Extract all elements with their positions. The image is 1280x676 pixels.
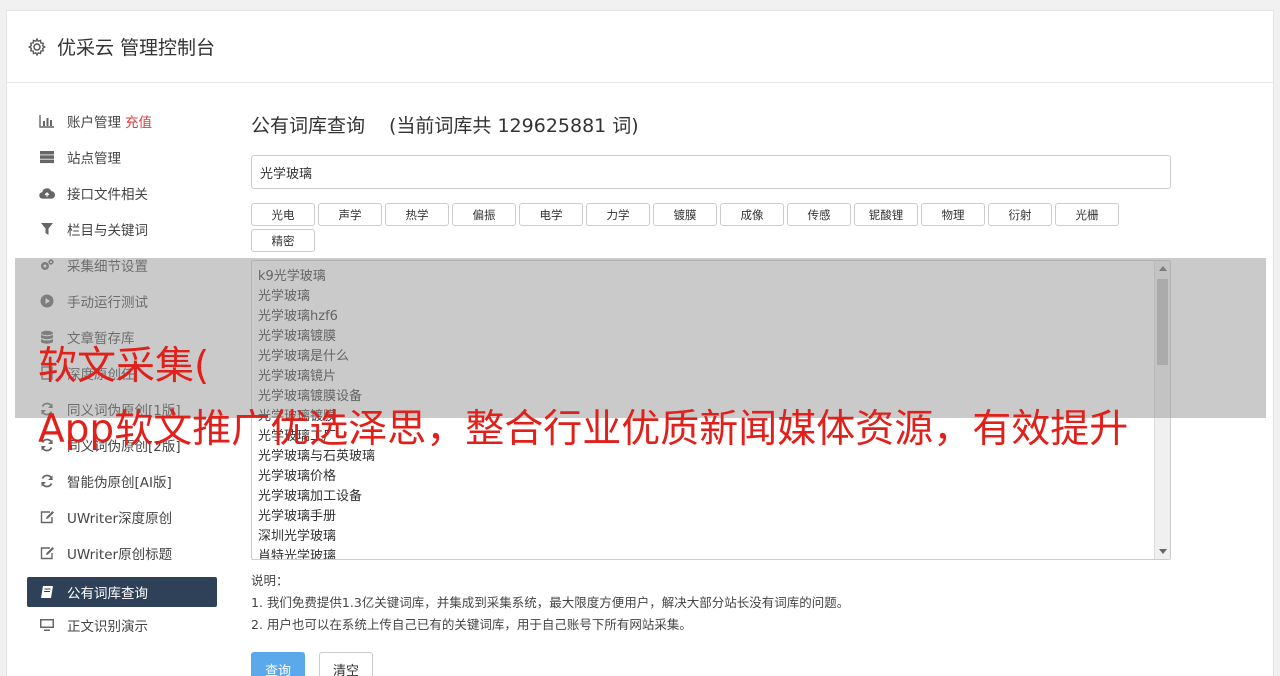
tag-button[interactable]: 传感 <box>787 203 851 226</box>
gear-icon <box>27 37 47 57</box>
tag-button[interactable]: 光电 <box>251 203 315 226</box>
tag-button[interactable]: 物理 <box>921 203 985 226</box>
list-item: 肖特光学玻璃 <box>258 549 337 560</box>
tag-button[interactable]: 精密 <box>251 229 315 252</box>
tag-button[interactable]: 铌酸锂 <box>854 203 918 226</box>
tag-button[interactable]: 衍射 <box>988 203 1052 226</box>
sidebar-item-label: 公有词库查询 <box>67 586 148 602</box>
sidebar-item-sites[interactable]: 站点管理 <box>27 139 217 175</box>
sidebar-item-account[interactable]: 账户管理 充值 <box>27 103 217 139</box>
tag-button[interactable]: 热学 <box>385 203 449 226</box>
scroll-down-icon[interactable] <box>1159 549 1167 554</box>
sidebar-item-label: 智能伪原创[AI版] <box>67 475 172 491</box>
edit-icon <box>39 509 55 525</box>
tag-button[interactable]: 力学 <box>586 203 650 226</box>
note-line: 1. 我们免费提供1.3亿关键词库，并集成到采集系统，最大限度方便用户，解决大部… <box>251 595 850 610</box>
ad-overlay-text-line2: App软文推广优选泽思，整合行业优质新闻媒体资源，有效提升 <box>38 407 1129 452</box>
book-icon <box>39 584 55 600</box>
list-item: 光学玻璃价格 <box>258 469 337 484</box>
header: 优采云 管理控制台 <box>7 11 1273 83</box>
keyword-search-input[interactable] <box>251 155 1171 189</box>
server-icon <box>39 149 55 165</box>
list-item: 光学玻璃加工设备 <box>258 489 363 504</box>
sidebar-item-ai-rewrite[interactable]: 智能伪原创[AI版] <box>27 463 217 499</box>
sidebar-item-label: 账户管理 <box>67 115 121 131</box>
monitor-icon <box>39 617 55 633</box>
notes-section: 说明： 1. 我们免费提供1.3亿关键词库，并集成到采集系统，最大限度方便用户，… <box>251 570 1171 636</box>
page-title: 公有词库查询 (当前词库共 129625881 词) <box>251 111 1171 141</box>
lexicon-count: (当前词库共 129625881 词) <box>389 115 639 137</box>
sidebar-item-label: 正文识别演示 <box>67 619 148 635</box>
list-item: 深圳光学玻璃 <box>258 529 337 544</box>
page-title-text: 公有词库查询 <box>251 115 366 137</box>
sidebar-item-uwriter-title[interactable]: UWriter原创标题 <box>27 535 217 571</box>
app-title: 优采云 管理控制台 <box>57 37 216 59</box>
tag-button[interactable]: 光栅 <box>1055 203 1119 226</box>
sidebar-item-interface-files[interactable]: 接口文件相关 <box>27 175 217 211</box>
bar-chart-icon <box>39 113 55 129</box>
tag-button[interactable]: 镀膜 <box>653 203 717 226</box>
sidebar-item-label: 站点管理 <box>67 151 121 167</box>
sidebar-item-label: 栏目与关键词 <box>67 223 148 239</box>
action-bar: 查询 清空 <box>251 652 1171 676</box>
tag-button[interactable]: 偏振 <box>452 203 516 226</box>
sidebar-item-label: UWriter深度原创 <box>67 511 173 527</box>
ad-overlay-text-line1: 软文采集( <box>38 344 210 389</box>
refresh-icon <box>39 473 55 489</box>
filter-icon <box>39 221 55 237</box>
sidebar-item-public-lexicon[interactable]: 公有词库查询 <box>27 577 217 607</box>
tag-button[interactable]: 声学 <box>318 203 382 226</box>
ad-overlay-band <box>15 258 1266 418</box>
tag-button[interactable]: 成像 <box>720 203 784 226</box>
query-button[interactable]: 查询 <box>251 652 305 676</box>
category-tags: 光电 声学 热学 偏振 电学 力学 镀膜 成像 传感 铌酸锂 物理 衍射 光栅 … <box>251 203 1171 255</box>
tag-button[interactable]: 电学 <box>519 203 583 226</box>
note-line: 2. 用户也可以在系统上传自己已有的关键词库，用于自己账号下所有网站采集。 <box>251 617 692 632</box>
sidebar-item-label: UWriter原创标题 <box>67 547 173 563</box>
recharge-link[interactable]: 充值 <box>125 111 152 131</box>
edit-icon <box>39 545 55 561</box>
sidebar-item-uwriter-deep[interactable]: UWriter深度原创 <box>27 499 217 535</box>
clear-button[interactable]: 清空 <box>319 652 373 676</box>
list-item: 光学玻璃手册 <box>258 509 337 524</box>
sidebar-item-text-recognition[interactable]: 正文识别演示 <box>27 607 217 643</box>
cloud-upload-icon <box>39 185 55 201</box>
sidebar-item-columns-keywords[interactable]: 栏目与关键词 <box>27 211 217 247</box>
sidebar-item-label: 接口文件相关 <box>67 187 148 203</box>
notes-title: 说明： <box>251 573 289 588</box>
